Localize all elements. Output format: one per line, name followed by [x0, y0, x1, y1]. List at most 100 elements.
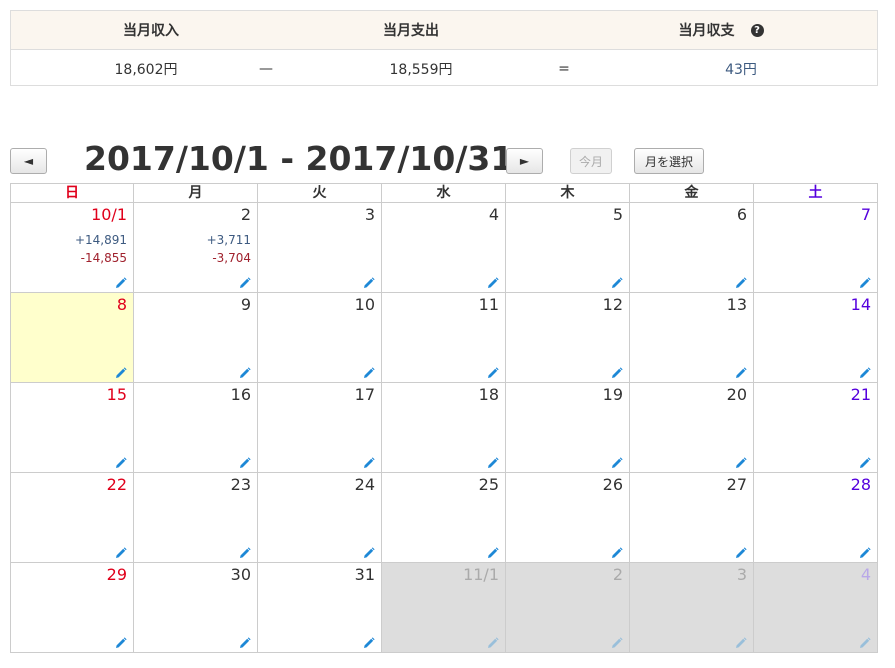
pencil-icon[interactable]: [239, 544, 251, 558]
calendar-day[interactable]: 30: [134, 563, 258, 653]
calendar-day[interactable]: 29: [10, 563, 134, 653]
pencil-icon[interactable]: [363, 454, 375, 468]
calendar-day[interactable]: 20: [630, 383, 754, 473]
pencil-icon[interactable]: [487, 364, 499, 378]
calendar-day[interactable]: 26: [506, 473, 630, 563]
calendar-day-other-month[interactable]: 11/1: [382, 563, 506, 653]
day-number: 16: [230, 385, 251, 404]
pencil-icon[interactable]: [611, 544, 623, 558]
help-icon[interactable]: ?: [750, 23, 764, 37]
calendar-day[interactable]: 27: [630, 473, 754, 563]
pencil-icon[interactable]: [611, 634, 623, 648]
pencil-icon[interactable]: [239, 454, 251, 468]
pencil-icon[interactable]: [115, 544, 127, 558]
pencil-icon[interactable]: [487, 274, 499, 288]
pencil-icon[interactable]: [363, 634, 375, 648]
calendar-day[interactable]: 2 +3,711 -3,704: [134, 203, 258, 293]
day-number: 23: [230, 475, 251, 494]
day-number: 2: [612, 565, 623, 584]
calendar-week: 15 16 17 18 19 20 21: [10, 383, 880, 473]
pencil-icon[interactable]: [363, 364, 375, 378]
pencil-icon[interactable]: [859, 634, 871, 648]
pencil-icon[interactable]: [115, 454, 127, 468]
pencil-icon[interactable]: [115, 274, 127, 288]
next-month-button[interactable]: ►: [506, 148, 543, 174]
pencil-icon[interactable]: [859, 274, 871, 288]
pencil-icon[interactable]: [859, 544, 871, 558]
calendar-day[interactable]: 7: [754, 203, 878, 293]
calendar-day[interactable]: 21: [754, 383, 878, 473]
expense-label: 当月支出: [383, 23, 439, 39]
calendar-day[interactable]: 13: [630, 293, 754, 383]
calendar-day[interactable]: 5: [506, 203, 630, 293]
this-month-button[interactable]: 今月: [570, 148, 612, 174]
pencil-icon[interactable]: [611, 274, 623, 288]
day-number: 30: [230, 565, 251, 584]
pencil-icon[interactable]: [487, 454, 499, 468]
pencil-icon[interactable]: [363, 544, 375, 558]
pencil-icon[interactable]: [239, 364, 251, 378]
calendar-day[interactable]: 16: [134, 383, 258, 473]
day-number: 22: [106, 475, 127, 494]
calendar-day[interactable]: 11: [382, 293, 506, 383]
calendar-day[interactable]: 10/1 +14,891 -14,855: [10, 203, 134, 293]
pencil-icon[interactable]: [115, 634, 127, 648]
pencil-icon[interactable]: [239, 634, 251, 648]
pencil-icon[interactable]: [735, 454, 747, 468]
calendar-day-other-month[interactable]: 2: [506, 563, 630, 653]
calendar-day[interactable]: 8: [10, 293, 134, 383]
calendar-day[interactable]: 17: [258, 383, 382, 473]
calendar-day[interactable]: 9: [134, 293, 258, 383]
pencil-icon[interactable]: [735, 544, 747, 558]
day-number: 3: [364, 205, 375, 224]
calendar-day[interactable]: 10: [258, 293, 382, 383]
prev-month-button[interactable]: ◄: [10, 148, 47, 174]
day-expense: -14,855: [80, 251, 127, 265]
select-month-button[interactable]: 月を選択: [634, 148, 704, 174]
minus-operator: —: [259, 60, 273, 77]
calendar-week: 8 9 10 11 12 13 14: [10, 293, 880, 383]
calendar-day[interactable]: 22: [10, 473, 134, 563]
calendar-week: 10/1 +14,891 -14,855 2 +3,711 -3,704 3 4 5 6 7: [10, 203, 880, 293]
calendar-week: 22 23 24 25 26 27 28: [10, 473, 880, 563]
calendar-day[interactable]: 15: [10, 383, 134, 473]
pencil-icon[interactable]: [859, 454, 871, 468]
pencil-icon[interactable]: [611, 454, 623, 468]
weekday-tue: 火: [258, 183, 382, 203]
day-number: 4: [860, 565, 871, 584]
calendar-day[interactable]: 18: [382, 383, 506, 473]
pencil-icon[interactable]: [115, 364, 127, 378]
day-number: 20: [726, 385, 747, 404]
pencil-icon[interactable]: [859, 364, 871, 378]
day-number: 8: [116, 295, 127, 314]
pencil-icon[interactable]: [239, 274, 251, 288]
pencil-icon[interactable]: [735, 364, 747, 378]
calendar-day[interactable]: 3: [258, 203, 382, 293]
calendar-day[interactable]: 25: [382, 473, 506, 563]
day-number: 19: [602, 385, 623, 404]
pencil-icon[interactable]: [735, 274, 747, 288]
calendar-day-other-month[interactable]: 4: [754, 563, 878, 653]
calendar-day[interactable]: 4: [382, 203, 506, 293]
calendar-day[interactable]: 28: [754, 473, 878, 563]
pencil-icon[interactable]: [735, 634, 747, 648]
weekday-mon: 月: [134, 183, 258, 203]
calendar-day[interactable]: 19: [506, 383, 630, 473]
pencil-icon[interactable]: [487, 544, 499, 558]
calendar-day[interactable]: 23: [134, 473, 258, 563]
calendar-day[interactable]: 14: [754, 293, 878, 383]
pencil-icon[interactable]: [611, 364, 623, 378]
day-number: 6: [736, 205, 747, 224]
pencil-icon[interactable]: [363, 274, 375, 288]
calendar-day[interactable]: 12: [506, 293, 630, 383]
day-number: 5: [612, 205, 623, 224]
calendar-day[interactable]: 24: [258, 473, 382, 563]
equals-operator: =: [558, 60, 570, 77]
calendar-day-other-month[interactable]: 3: [630, 563, 754, 653]
summary-header: 当月収入 当月支出 当月収支 ?: [11, 11, 877, 49]
day-number: 26: [602, 475, 623, 494]
calendar-day[interactable]: 31: [258, 563, 382, 653]
pencil-icon[interactable]: [487, 634, 499, 648]
day-number: 10/1: [91, 205, 127, 224]
calendar-day[interactable]: 6: [630, 203, 754, 293]
